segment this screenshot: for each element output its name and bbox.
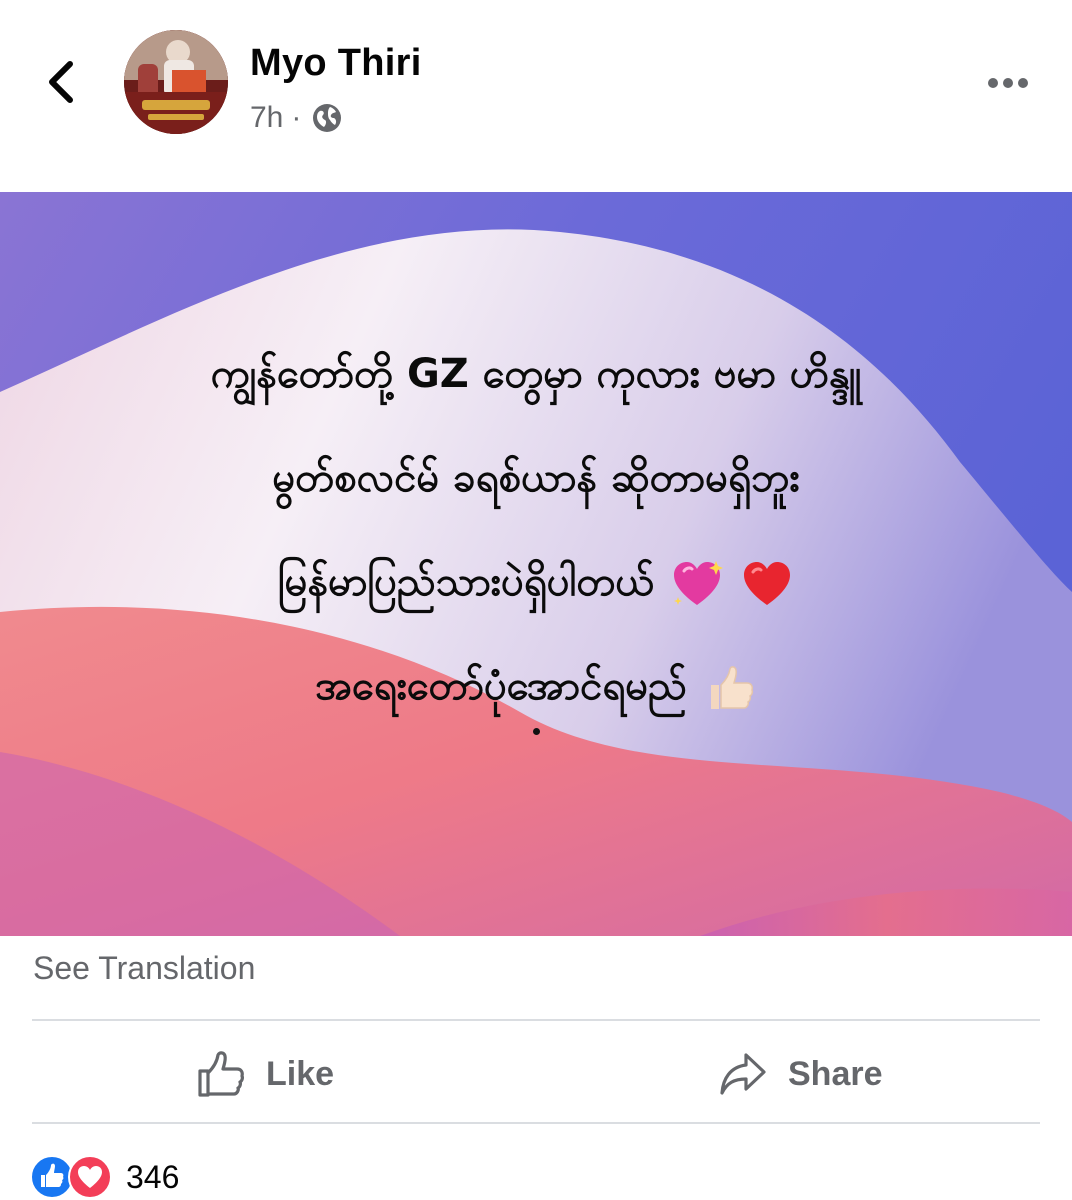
- like-button[interactable]: Like: [196, 1040, 334, 1108]
- share-button[interactable]: Share: [718, 1040, 883, 1108]
- post-line-3-text: မြန်မာပြည်သားပဲရှိပါတယ်: [277, 559, 655, 605]
- post-line-1: ကျွန်တော်တို့ GZ တွေမှာ ကုလား ဗမာ ဟိန္ဒူ: [210, 351, 862, 397]
- reaction-count: 346: [126, 1158, 180, 1195]
- reaction-icons: [30, 1155, 118, 1199]
- divider-bottom: [32, 1122, 1040, 1124]
- post-line-2: မွတ်စလင်မ် ခရစ်ယာန် ဆိုတာမရှိဘူး: [272, 455, 800, 501]
- globe-icon: [313, 104, 342, 132]
- thumbs-up-icon: [710, 666, 753, 709]
- meta-separator: ·: [291, 101, 302, 134]
- chevron-left-icon: [49, 61, 73, 103]
- see-translation-link[interactable]: See Translation: [33, 950, 255, 987]
- divider-top: [32, 1019, 1040, 1021]
- post-time[interactable]: 7h: [250, 101, 283, 135]
- post-text-block: ကျွန်တော်တို့ GZ တွေမှာ ကုလား ဗမာ ဟိန္ဒူ…: [0, 192, 1072, 936]
- avatar-image: [124, 30, 228, 134]
- thumbs-up-outline-icon: [198, 1051, 244, 1097]
- post-meta: 7h ·: [250, 98, 343, 138]
- share-arrow-icon: [720, 1053, 766, 1095]
- back-button[interactable]: [36, 52, 86, 112]
- love-reaction-icon: [68, 1155, 112, 1199]
- red-heart-icon: [744, 562, 791, 605]
- post-dot-mark: [532, 728, 540, 735]
- post-line-3: မြန်မာပြည်သားပဲရှိပါတယ်: [278, 550, 794, 614]
- like-label: Like: [266, 1054, 335, 1093]
- post-background-card: ကျွန်တော်တို့ GZ တွေမှာ ကုလား ဗမာ ဟိန္ဒူ…: [0, 192, 1072, 936]
- reaction-summary[interactable]: 346: [30, 1154, 179, 1200]
- post-line-4-text: အရေးတော်ပုံအောင်ရမည်: [315, 663, 687, 709]
- ellipsis-icon: [988, 78, 1028, 88]
- share-label: Share: [788, 1054, 883, 1093]
- facebook-post-screen: Myo Thiri 7h · ကျွန်တော်တို့ GZ တွေမှာ က…: [0, 0, 1072, 1200]
- post-line-4: အရေးတော်ပုံအောင်ရမည်: [315, 654, 756, 718]
- more-options-button[interactable]: [986, 66, 1030, 100]
- sparkling-heart-icon: [674, 561, 724, 605]
- author-name[interactable]: Myo Thiri: [250, 42, 422, 85]
- author-avatar[interactable]: [124, 30, 228, 134]
